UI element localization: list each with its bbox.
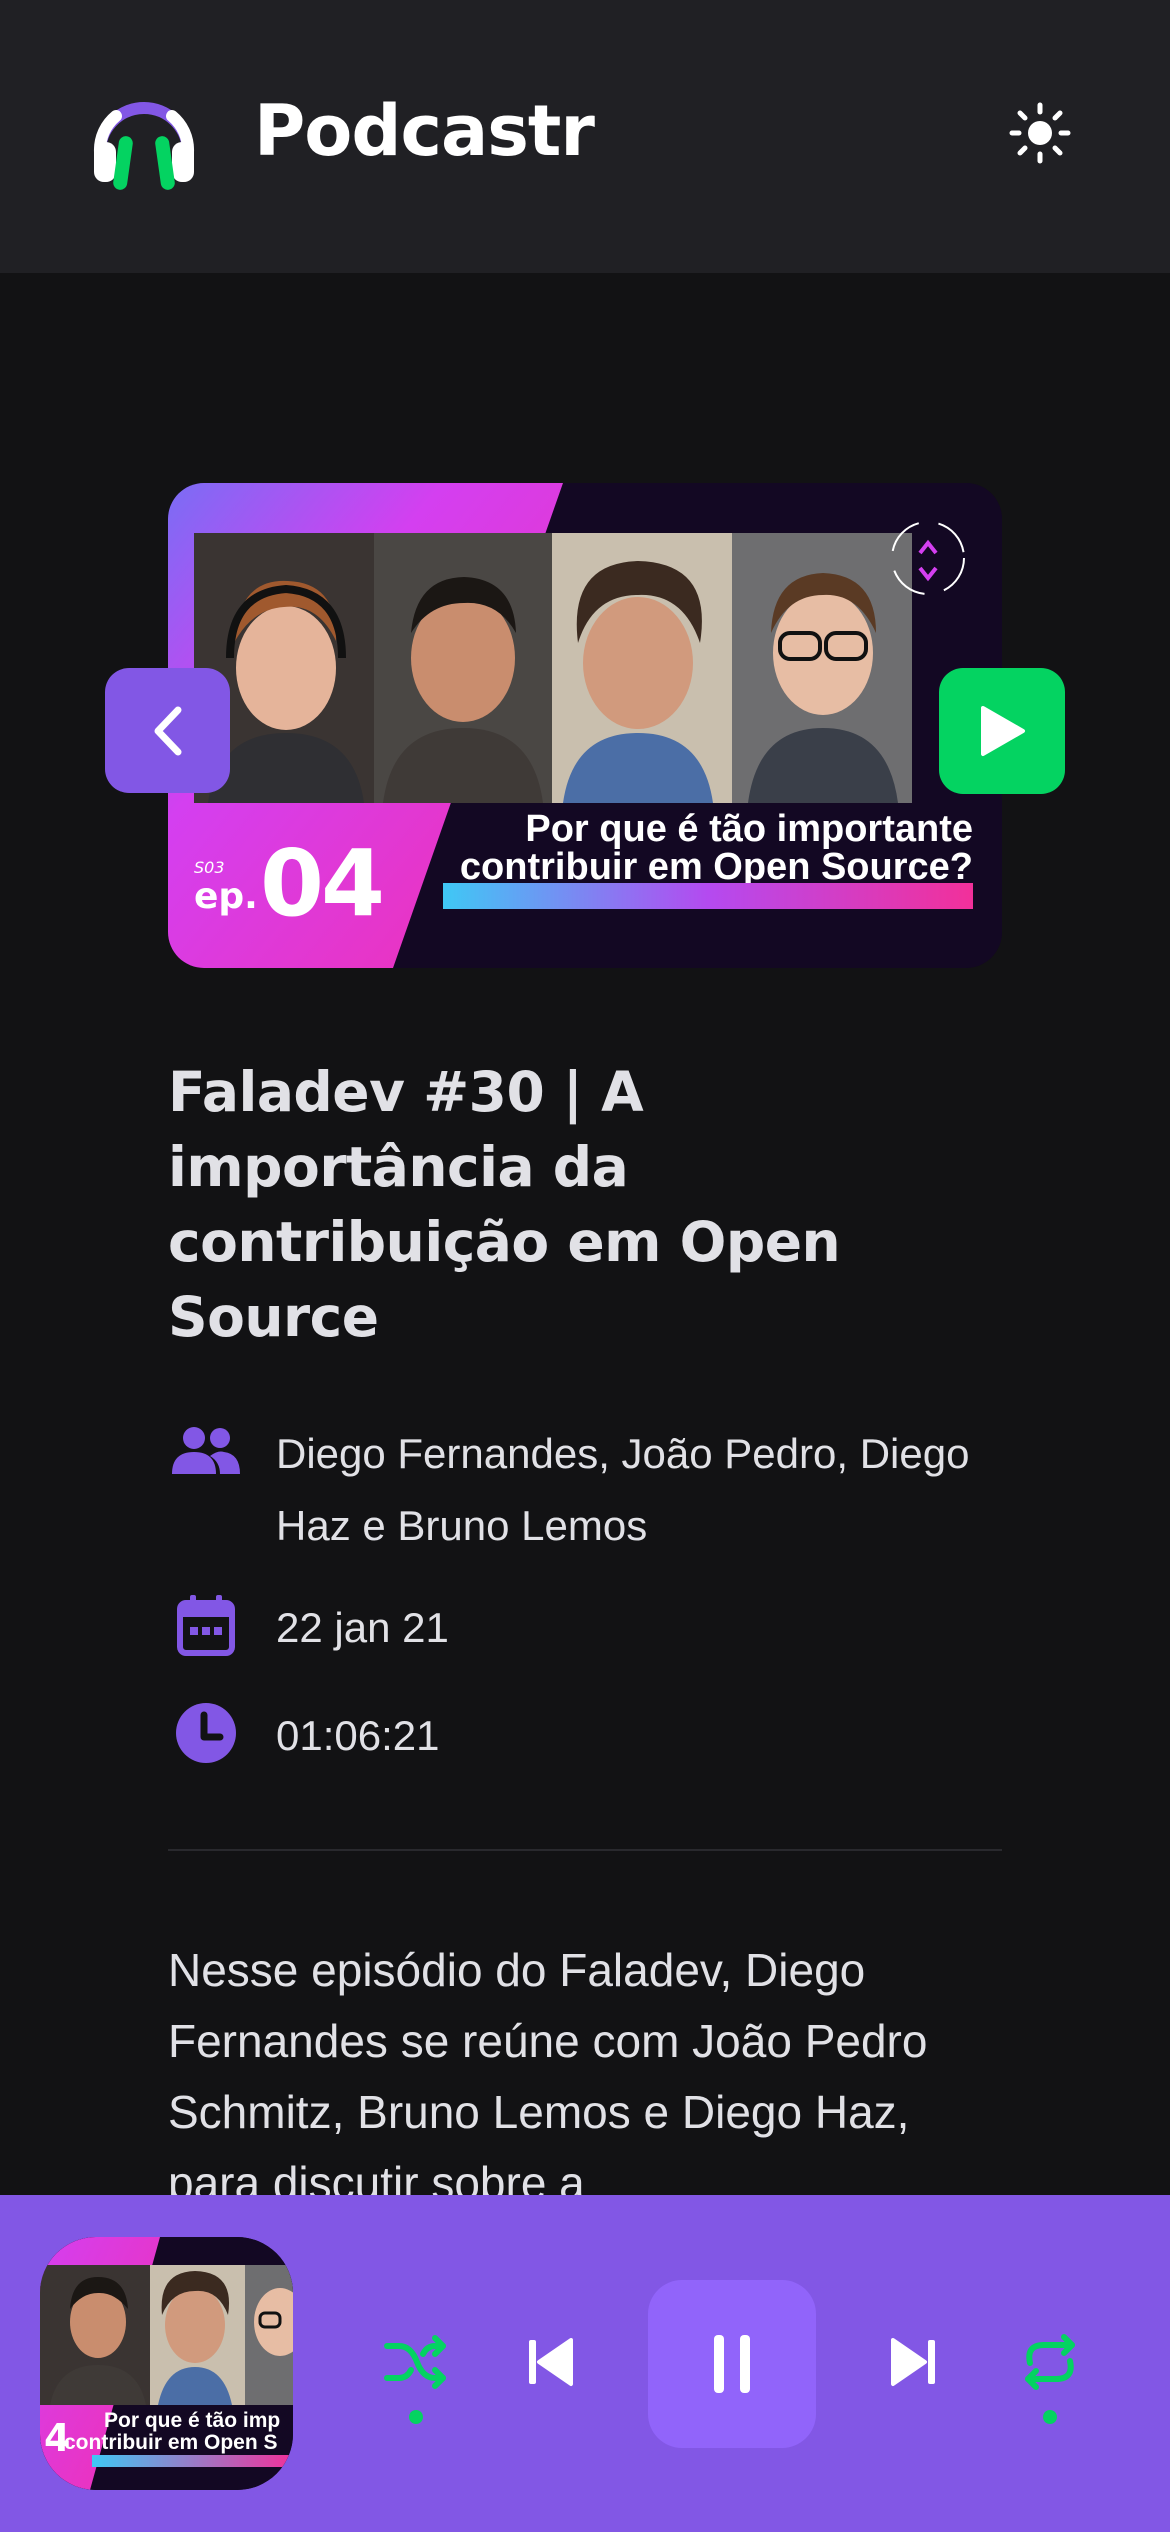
members-row: Diego Fernandes, João Pedro, Diego Haz e… [168, 1418, 1016, 1562]
theme-toggle-button[interactable] [1000, 98, 1080, 168]
sun-icon [1009, 102, 1071, 164]
pause-icon [714, 2335, 750, 2393]
episode-thumbnail: S03 ep. 04 Por que é tão importante cont… [168, 483, 1002, 968]
members-text: Diego Fernandes, João Pedro, Diego Haz e… [276, 1430, 970, 1549]
calendar-icon [168, 1592, 244, 1658]
pause-button[interactable] [648, 2280, 816, 2448]
thumbnail-artwork: S03 ep. 04 Por que é tão importante cont… [168, 483, 1002, 968]
clock-icon [168, 1700, 244, 1766]
player-bar: 4 Por que é tão imp contribuir em Open S [0, 2195, 1170, 2532]
repeat-active-indicator [1043, 2410, 1057, 2424]
speaker-frames [194, 533, 912, 803]
thumb-headline-2: contribuir em Open Source? [460, 846, 973, 888]
repeat-icon [1025, 2334, 1075, 2390]
shuffle-active-indicator [409, 2410, 423, 2424]
headphones-logo-icon [93, 102, 195, 190]
back-button[interactable] [105, 668, 230, 793]
divider [168, 1849, 1002, 1851]
ep-number: 04 [260, 830, 382, 937]
app-header: Podcastr [0, 0, 1170, 273]
episode-description: Nesse episódio do Faladev, Diego Fernand… [168, 1944, 928, 2209]
thumb-bar [443, 883, 973, 909]
season-label: S03 [194, 858, 225, 877]
repeat-button[interactable] [1010, 2327, 1090, 2397]
shuffle-icon [384, 2335, 446, 2389]
player-thumbnail[interactable]: 4 Por que é tão imp contribuir em Open S [40, 2237, 293, 2490]
ep-prefix: ep. [194, 876, 258, 917]
chevron-left-icon [154, 706, 181, 755]
play-episode-button[interactable] [939, 668, 1065, 794]
player-thumb-line-2: contribuir em Open S [64, 2431, 278, 2454]
users-icon [168, 1418, 244, 1484]
episode-title: Faladev #30 | A importância da contribui… [168, 1060, 841, 1349]
previous-button[interactable] [510, 2327, 590, 2397]
thumb-headline-1: Por que é tão importante [525, 808, 973, 850]
date-row: 22 jan 21 [168, 1592, 1016, 1664]
play-icon [981, 706, 1025, 756]
next-button[interactable] [874, 2327, 954, 2397]
app-title: Podcastr [254, 90, 595, 172]
player-thumb-line-1: Por que é tão imp [104, 2409, 280, 2432]
skip-previous-icon [529, 2338, 573, 2386]
skip-next-icon [891, 2338, 935, 2386]
shuffle-button[interactable] [376, 2327, 456, 2397]
published-date: 22 jan 21 [276, 1604, 449, 1651]
episode-duration: 01:06:21 [276, 1712, 440, 1759]
duration-row: 01:06:21 [168, 1700, 1016, 1772]
